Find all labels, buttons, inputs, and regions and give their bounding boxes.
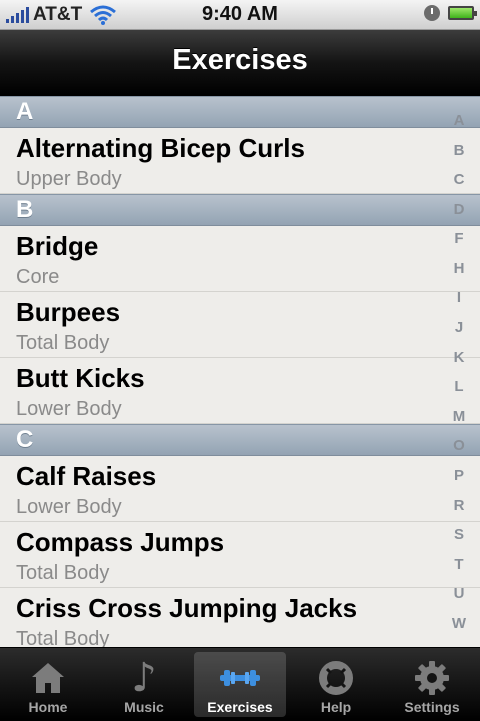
list-item[interactable]: Calf Raises Lower Body xyxy=(0,456,480,522)
exercise-name: Bridge xyxy=(16,231,99,261)
index-letter[interactable]: P xyxy=(454,467,464,484)
tab-help[interactable]: Help xyxy=(290,652,382,717)
exercise-name: Alternating Bicep Curls xyxy=(16,133,305,163)
home-icon xyxy=(26,658,70,698)
list-item[interactable]: Criss Cross Jumping Jacks Total Body xyxy=(0,588,480,647)
exercise-name: Butt Kicks xyxy=(16,363,145,393)
index-letter[interactable]: H xyxy=(454,260,465,277)
exercise-name: Compass Jumps xyxy=(16,527,225,557)
tab-label: Settings xyxy=(404,699,460,715)
index-letter[interactable]: O xyxy=(453,437,465,454)
exercise-category: Total Body xyxy=(16,562,110,584)
index-letter[interactable]: K xyxy=(454,349,465,366)
tab-exercises[interactable]: Exercises xyxy=(194,652,286,717)
tab-label: Exercises xyxy=(207,699,273,715)
tab-label: Help xyxy=(320,699,352,715)
tab-label: Home xyxy=(28,699,68,715)
status-time: 9:40 AM xyxy=(202,3,278,25)
index-letter[interactable]: C xyxy=(454,171,465,188)
exercise-category: Core xyxy=(16,266,60,288)
list-item[interactable]: Alternating Bicep Curls Upper Body xyxy=(0,128,480,194)
tab-home[interactable]: Home xyxy=(2,652,94,717)
exercise-name: Burpees xyxy=(16,297,121,327)
exercise-name: Calf Raises xyxy=(16,461,157,491)
index-letter[interactable]: S xyxy=(454,526,464,543)
index-letter[interactable]: L xyxy=(454,378,463,395)
section-header-b: B xyxy=(0,194,480,226)
list-item[interactable]: Bridge Core xyxy=(0,226,480,292)
index-letter[interactable]: I xyxy=(457,289,461,306)
dumbbell-icon xyxy=(218,658,262,698)
index-letter[interactable]: U xyxy=(454,585,465,602)
index-letter[interactable]: M xyxy=(453,408,466,425)
exercise-category: Total Body xyxy=(16,332,110,354)
index-letter[interactable]: R xyxy=(454,497,465,514)
section-header-a: A xyxy=(0,96,480,128)
list-item[interactable]: Compass Jumps Total Body xyxy=(0,522,480,588)
battery-icon xyxy=(448,6,477,20)
index-letter[interactable]: A xyxy=(454,112,465,129)
page-title: Exercises xyxy=(172,44,308,76)
exercise-category: Upper Body xyxy=(16,168,122,190)
list-item[interactable]: Burpees Total Body xyxy=(0,292,480,358)
tab-settings[interactable]: Settings xyxy=(386,652,478,717)
lifebuoy-icon xyxy=(314,658,358,698)
section-index[interactable]: A B C D F H I J K L M O P R S T U W xyxy=(446,112,472,632)
index-letter[interactable]: W xyxy=(452,615,466,632)
music-note-icon: ♪ xyxy=(131,655,157,701)
tab-label: Music xyxy=(124,699,164,715)
navigation-bar: Exercises xyxy=(0,30,480,96)
index-letter[interactable]: J xyxy=(455,319,463,336)
index-letter[interactable]: D xyxy=(454,201,465,218)
index-letter[interactable]: F xyxy=(454,230,463,247)
section-header-c: C xyxy=(0,424,480,456)
index-letter[interactable]: B xyxy=(454,142,465,159)
gear-icon xyxy=(410,658,454,698)
exercise-list[interactable]: A Alternating Bicep Curls Upper Body B B… xyxy=(0,96,480,647)
exercise-category: Total Body xyxy=(16,628,110,647)
tab-music[interactable]: ♪ Music xyxy=(98,652,190,717)
status-bar: AT&T 9:40 AM xyxy=(0,0,480,30)
exercise-category: Lower Body xyxy=(16,496,122,518)
tab-bar: Home ♪ Music Exercises Help Settings xyxy=(0,647,480,721)
list-item[interactable]: Butt Kicks Lower Body xyxy=(0,358,480,424)
exercise-name: Criss Cross Jumping Jacks xyxy=(16,593,358,623)
clock-icon xyxy=(424,5,440,21)
index-letter[interactable]: T xyxy=(454,556,463,573)
exercise-category: Lower Body xyxy=(16,398,122,420)
